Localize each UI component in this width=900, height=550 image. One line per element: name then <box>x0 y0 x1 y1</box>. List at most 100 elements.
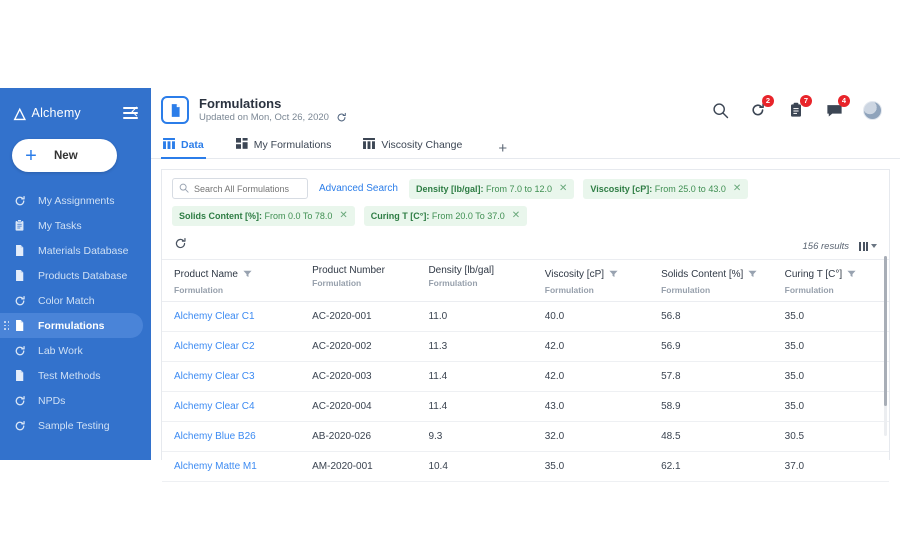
chat-icon[interactable]: 4 <box>825 101 843 119</box>
columns-icon[interactable] <box>859 242 877 251</box>
column-title: Viscosity [cP] <box>545 269 604 280</box>
table-row[interactable]: Alchemy Clear C2 AC-2020-002 11.3 42.0 5… <box>162 332 889 362</box>
document-icon <box>14 269 32 283</box>
sidebar-item-label: Sample Testing <box>38 420 110 432</box>
column-subtitle: Formulation <box>428 278 528 288</box>
cell-viscosity: 35.0 <box>533 452 649 482</box>
sidebar-item-formulations[interactable]: Formulations <box>0 313 143 338</box>
cell-density: 10.4 <box>416 452 532 482</box>
cell-curing: 35.0 <box>773 332 889 362</box>
cell-product-name[interactable]: Alchemy Clear C2 <box>162 332 300 362</box>
close-icon[interactable]: ✕ <box>339 211 347 221</box>
sidebar-item-materials-database[interactable]: Materials Database <box>0 238 143 263</box>
search-icon[interactable] <box>711 101 729 119</box>
table-row[interactable]: Alchemy Matte M1 AM-2020-001 10.4 35.0 6… <box>162 452 889 482</box>
tab-my-formulations[interactable]: My Formulations <box>234 132 348 158</box>
cell-solids: 58.9 <box>649 392 773 422</box>
table-row[interactable]: Alchemy Blue B26 AB-2020-026 9.3 32.0 48… <box>162 422 889 452</box>
column-title: Product Name <box>174 269 238 280</box>
cell-product-name[interactable]: Alchemy Clear C1 <box>162 302 300 332</box>
cell-density: 11.3 <box>416 332 532 362</box>
column-header-density[interactable]: Density [lb/gal] Formulation <box>416 260 532 302</box>
cell-curing: 35.0 <box>773 302 889 332</box>
advanced-search-link[interactable]: Advanced Search <box>319 183 398 194</box>
document-icon <box>14 319 32 333</box>
cell-product-name[interactable]: Alchemy Clear C3 <box>162 362 300 392</box>
table-scrollbar[interactable] <box>884 256 887 436</box>
filter-icon[interactable] <box>609 265 618 283</box>
column-header-solids-content[interactable]: Solids Content [%] Formulation <box>649 260 773 302</box>
collapse-icon[interactable] <box>123 106 139 120</box>
add-tab-button[interactable]: + <box>492 141 513 158</box>
column-header-curing-t[interactable]: Curing T [C°] Formulation <box>773 260 889 302</box>
app-logo[interactable]: △ Alchemy <box>14 106 123 121</box>
clipboard-icon <box>14 219 32 233</box>
cell-product-name[interactable]: Alchemy Blue B26 <box>162 422 300 452</box>
avatar[interactable] <box>863 101 882 120</box>
sidebar-item-label: Test Methods <box>38 370 100 382</box>
table-header: Product Name Formulation Product Number <box>162 260 889 302</box>
filter-chip-viscosity[interactable]: Viscosity [cP]: From 25.0 to 43.0 ✕ <box>583 179 748 199</box>
refresh-icon[interactable] <box>174 237 187 255</box>
grid-icon <box>236 136 248 154</box>
cell-product-name[interactable]: Alchemy Matte M1 <box>162 452 300 482</box>
filter-chip-curing-t[interactable]: Curing T [C°]: From 20.0 To 37.0 ✕ <box>364 206 527 226</box>
column-header-viscosity[interactable]: Viscosity [cP] Formulation <box>533 260 649 302</box>
refresh-icon <box>14 394 32 408</box>
refresh-icon <box>14 344 32 358</box>
close-icon[interactable]: ✕ <box>512 211 520 221</box>
table-icon <box>363 136 375 154</box>
clipboard-icon[interactable]: 7 <box>787 101 805 119</box>
tab-bar: Data My Formulations Viscosity Change + <box>151 132 900 159</box>
formulations-table: Product Name Formulation Product Number <box>162 259 889 482</box>
table-row[interactable]: Alchemy Clear C3 AC-2020-003 11.4 42.0 5… <box>162 362 889 392</box>
close-icon[interactable]: ✕ <box>733 184 741 194</box>
drag-handle-icon[interactable] <box>4 321 9 330</box>
results-panel: Advanced Search Density [lb/gal]: From 7… <box>161 169 890 460</box>
tab-viscosity-change[interactable]: Viscosity Change <box>361 132 478 158</box>
sidebar-item-test-methods[interactable]: Test Methods <box>0 363 143 388</box>
cell-curing: 37.0 <box>773 452 889 482</box>
sidebar-item-my-tasks[interactable]: My Tasks <box>0 213 143 238</box>
table-row[interactable]: Alchemy Clear C1 AC-2020-001 11.0 40.0 5… <box>162 302 889 332</box>
sidebar-item-color-match[interactable]: Color Match <box>0 288 143 313</box>
cell-product-name[interactable]: Alchemy Clear C4 <box>162 392 300 422</box>
filter-chip-solids-content[interactable]: Solids Content [%]: From 0.0 To 78.0 ✕ <box>172 206 355 226</box>
cell-viscosity: 40.0 <box>533 302 649 332</box>
filter-chip-density[interactable]: Density [lb/gal]: From 7.0 to 12.0 ✕ <box>409 179 574 199</box>
scrollbar-thumb[interactable] <box>884 256 887 406</box>
chip-range: From 20.0 To 37.0 <box>432 211 505 221</box>
filter-icon[interactable] <box>847 265 856 283</box>
table-icon <box>163 136 175 154</box>
sidebar-item-my-assignments[interactable]: My Assignments <box>0 188 143 213</box>
search-input-wrapper[interactable] <box>172 178 308 199</box>
sidebar-item-npds[interactable]: NPDs <box>0 388 143 413</box>
app-logo-label: Alchemy <box>32 106 81 120</box>
column-title: Solids Content [%] <box>661 269 743 280</box>
refresh-icon[interactable] <box>336 112 347 123</box>
tab-data[interactable]: Data <box>161 132 220 158</box>
refresh-icon <box>14 419 32 433</box>
column-header-product-number[interactable]: Product Number Formulation <box>300 260 416 302</box>
filter-icon[interactable] <box>748 265 757 283</box>
sidebar-item-label: Products Database <box>38 270 127 282</box>
document-outline-icon <box>161 96 189 124</box>
new-button[interactable]: + New <box>12 139 117 172</box>
content-area: Advanced Search Density [lb/gal]: From 7… <box>151 159 900 460</box>
cell-density: 9.3 <box>416 422 532 452</box>
sync-icon[interactable]: 2 <box>749 101 767 119</box>
cell-product-number: AC-2020-001 <box>300 302 416 332</box>
sidebar-item-products-database[interactable]: Products Database <box>0 263 143 288</box>
page-title-block: Formulations Updated on Mon, Oct 26, 202… <box>199 97 711 124</box>
search-input[interactable] <box>194 184 301 194</box>
column-header-product-name[interactable]: Product Name Formulation <box>162 260 300 302</box>
sidebar-item-label: My Assignments <box>38 195 114 207</box>
sidebar-item-sample-testing[interactable]: Sample Testing <box>0 413 143 438</box>
sidebar-item-lab-work[interactable]: Lab Work <box>0 338 143 363</box>
triangle-logo-icon: △ <box>14 106 26 121</box>
table-row[interactable]: Alchemy Clear C4 AC-2020-004 11.4 43.0 5… <box>162 392 889 422</box>
tab-label: Data <box>181 139 204 151</box>
cell-product-number: AC-2020-002 <box>300 332 416 362</box>
close-icon[interactable]: ✕ <box>559 184 567 194</box>
filter-icon[interactable] <box>243 265 252 283</box>
